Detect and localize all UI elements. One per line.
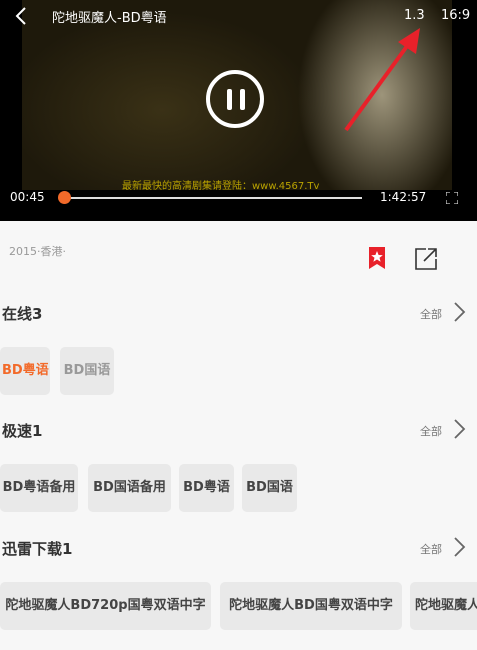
video-player[interactable]: 陀地驱魔人-BD粤语 1.3 16:9 最新最快的高清剧集请登陆：www.456…: [0, 0, 477, 221]
section-more-online[interactable]: 全部: [420, 306, 442, 322]
source-chip-fast-4[interactable]: BD国语: [242, 464, 297, 512]
section-more-thunder-download[interactable]: 全部: [420, 541, 442, 557]
chevron-right-icon[interactable]: [452, 536, 466, 558]
total-time: 1:42:57: [380, 190, 427, 204]
pause-icon: [227, 89, 232, 110]
back-arrow-icon[interactable]: [14, 6, 30, 26]
download-chip-2[interactable]: 陀地驱魔人BD国粤双语中字: [220, 582, 402, 630]
red-arrow-annotation: [344, 28, 420, 132]
source-chip-online-1[interactable]: BD粤语: [0, 347, 50, 395]
aspect-ratio-button[interactable]: 16:9: [441, 8, 470, 23]
download-chip-3[interactable]: 陀地驱魔人: [410, 582, 477, 630]
chevron-right-icon[interactable]: [452, 301, 466, 323]
section-title-thunder-download: 迅雷下载1: [2, 540, 73, 558]
section-more-fast[interactable]: 全部: [420, 423, 442, 439]
movie-meta: 2015·香港·: [9, 245, 66, 258]
video-title: 陀地驱魔人-BD粤语: [52, 11, 167, 26]
pause-button[interactable]: [206, 70, 264, 128]
fullscreen-icon[interactable]: [446, 192, 458, 204]
section-title-fast: 极速1: [2, 422, 43, 440]
source-chip-online-2[interactable]: BD国语: [60, 347, 114, 395]
share-icon[interactable]: [414, 247, 438, 271]
seek-thumb[interactable]: [57, 191, 71, 204]
player-controls: 00:45 1:42:57: [0, 185, 477, 211]
bookmark-star-icon[interactable]: [367, 246, 387, 270]
seek-bar[interactable]: [62, 197, 362, 199]
source-chip-fast-2[interactable]: BD国语备用: [88, 464, 171, 512]
source-chip-fast-1[interactable]: BD粤语备用: [0, 464, 78, 512]
chevron-right-icon[interactable]: [452, 418, 466, 440]
current-time: 00:45: [10, 190, 45, 204]
source-chip-fast-3[interactable]: BD粤语: [179, 464, 234, 512]
section-title-online: 在线3: [2, 305, 43, 323]
download-chip-1[interactable]: 陀地驱魔人BD720p国粤双语中字: [0, 582, 211, 630]
